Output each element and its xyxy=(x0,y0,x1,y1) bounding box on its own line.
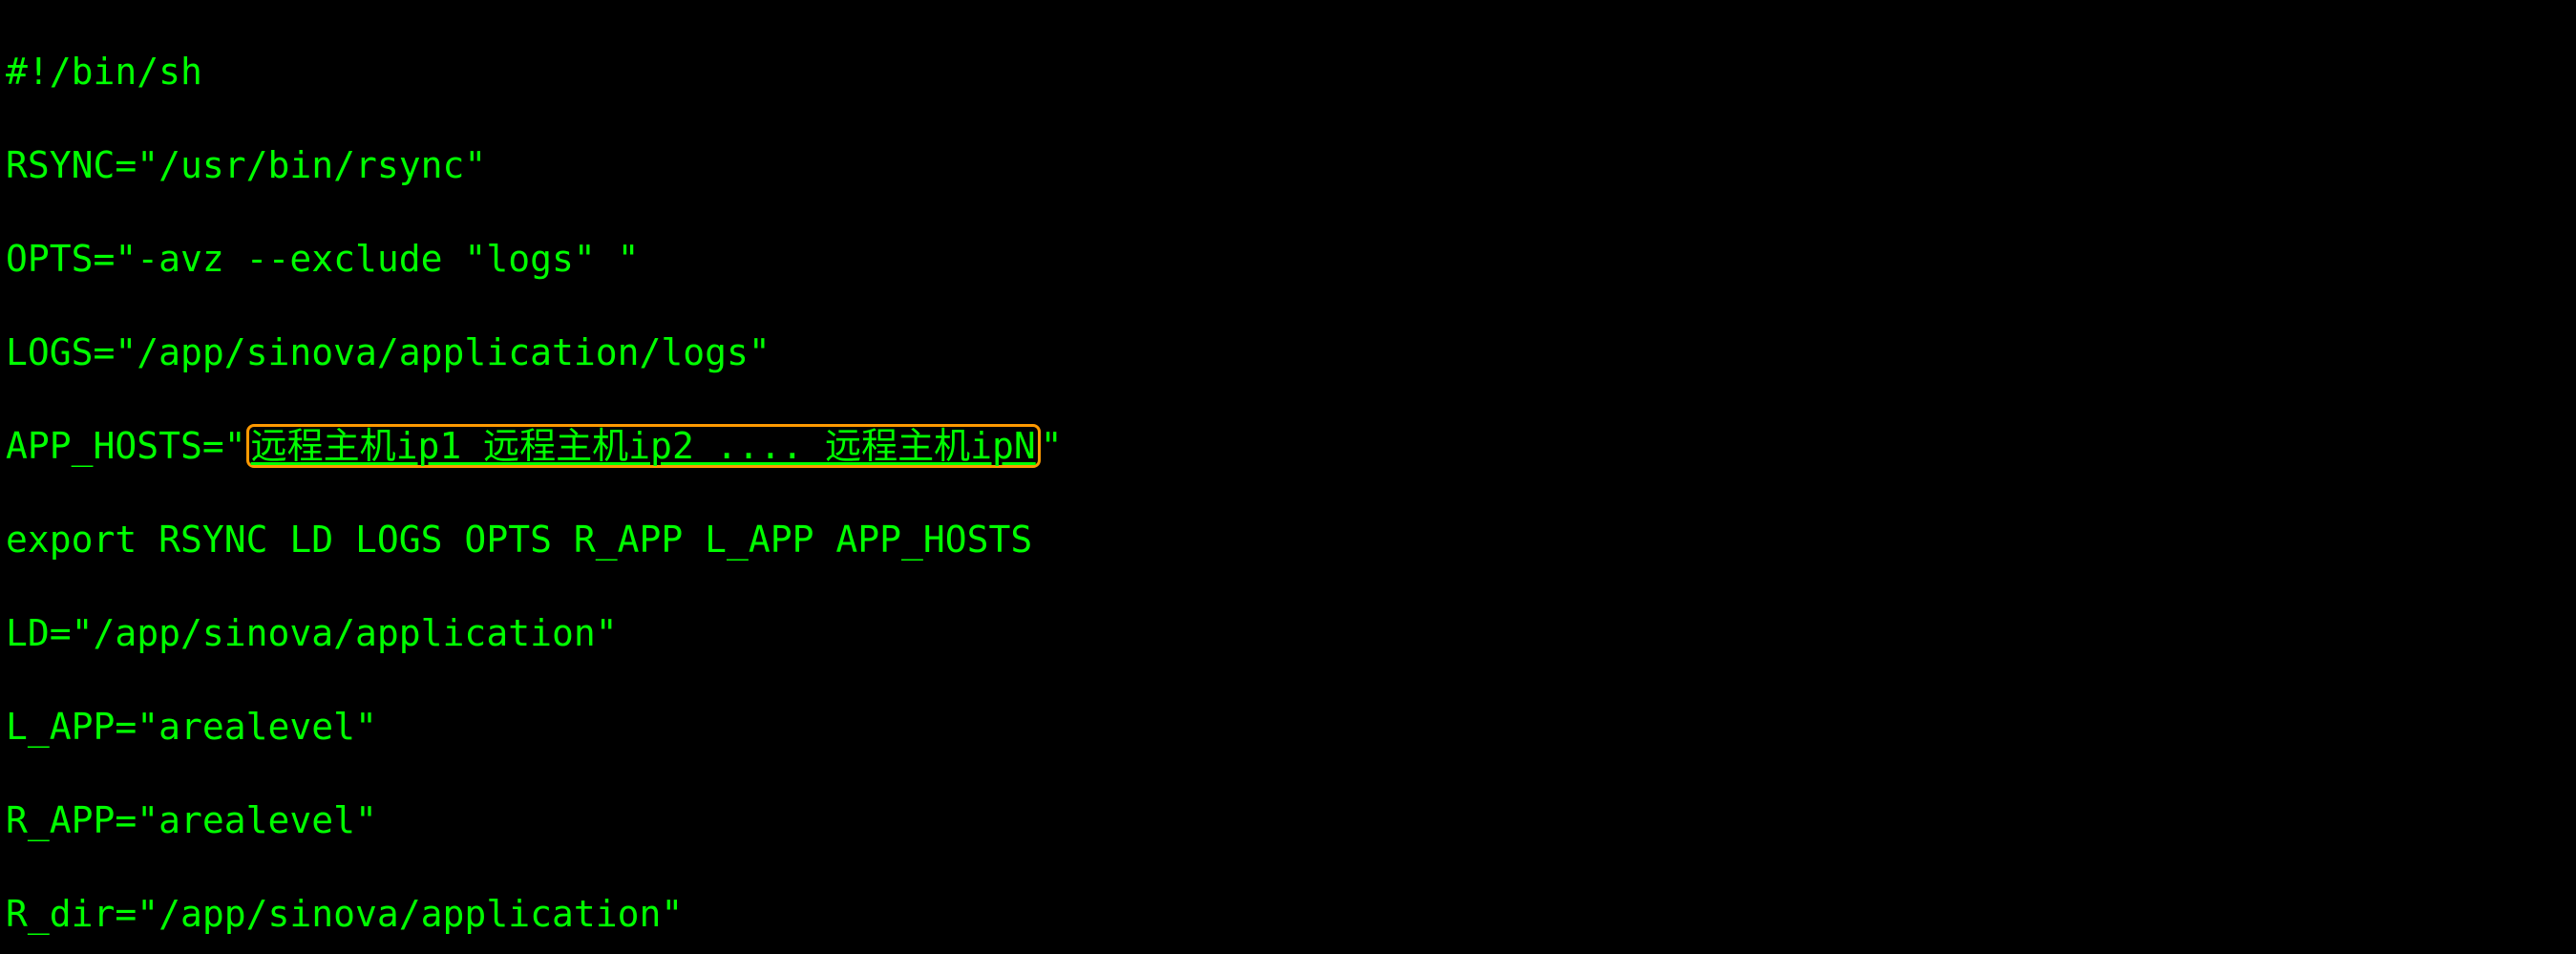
highlight-box: 远程主机ip1 远程主机ip2 .... 远程主机ipN xyxy=(246,424,1041,468)
highlight-text: 远程主机ip1 远程主机ip2 .... 远程主机ipN xyxy=(251,425,1036,467)
code-line: LD="/app/sinova/application" xyxy=(6,610,2570,657)
code-line: R_APP="arealevel" xyxy=(6,797,2570,844)
code-line: export RSYNC LD LOGS OPTS R_APP L_APP AP… xyxy=(6,517,2570,563)
code-text: APP_HOSTS=" xyxy=(6,425,246,467)
code-line: L_APP="arealevel" xyxy=(6,704,2570,751)
code-line: OPTS="-avz --exclude "logs" " xyxy=(6,236,2570,283)
code-line-highlighted: APP_HOSTS="远程主机ip1 远程主机ip2 .... 远程主机ipN" xyxy=(6,423,2570,470)
code-text: " xyxy=(1041,425,1063,467)
code-line: R_dir="/app/sinova/application" xyxy=(6,891,2570,938)
code-line: RSYNC="/usr/bin/rsync" xyxy=(6,142,2570,189)
code-line: LOGS="/app/sinova/application/logs" xyxy=(6,329,2570,376)
code-line: #!/bin/sh xyxy=(6,49,2570,95)
terminal-output: #!/bin/sh RSYNC="/usr/bin/rsync" OPTS="-… xyxy=(0,0,2576,954)
